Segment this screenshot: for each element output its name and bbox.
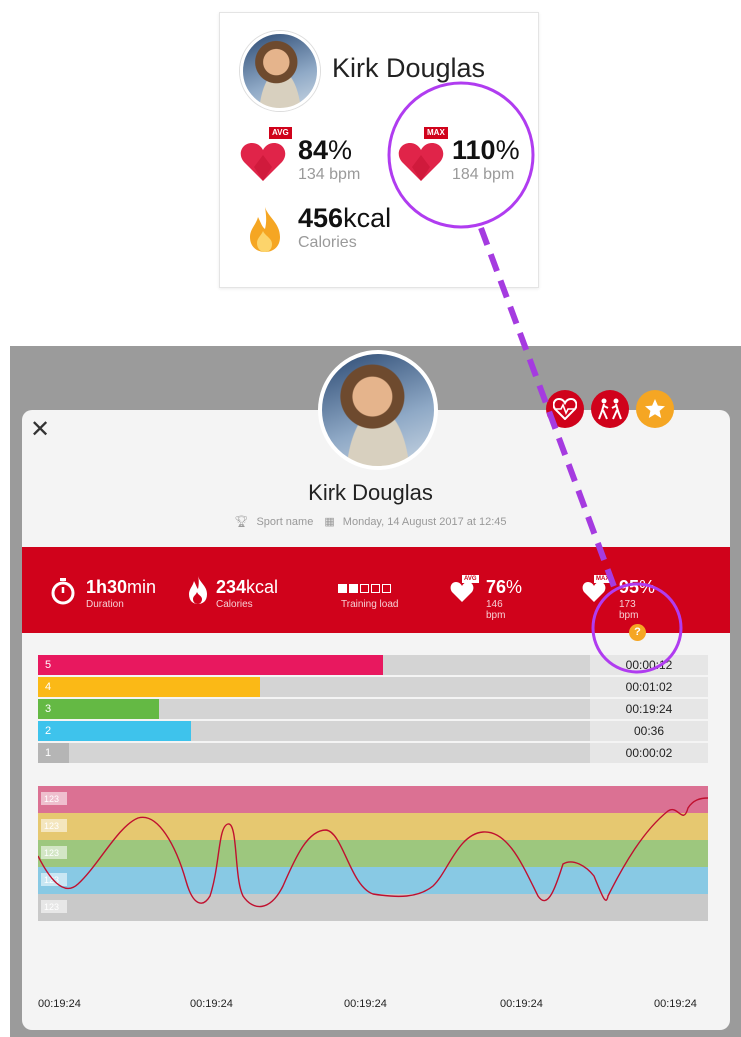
dialog-calories-label: Calories	[216, 599, 253, 610]
zone-band	[38, 840, 708, 867]
calories-label: Calories	[298, 234, 357, 251]
avg-badge: AVG	[462, 575, 479, 583]
stats-bar: 1h30min Duration 234kcal Calories Traini…	[22, 547, 730, 633]
x-axis-label: 00:19:24	[38, 998, 81, 1010]
zone-time: 00:00:02	[590, 743, 708, 763]
zone-number: 4	[38, 677, 58, 697]
zone-number: 2	[38, 721, 58, 741]
band-label: 123	[44, 794, 59, 804]
x-axis-label: 00:19:24	[500, 998, 543, 1010]
flame-icon	[250, 207, 280, 252]
zone-row: 3 00:19:24	[38, 699, 708, 719]
coaching-button[interactable]	[591, 390, 629, 428]
band-label: 123	[44, 902, 59, 912]
calories-stat: 456kcal Calories	[298, 203, 391, 252]
heart-rate-button[interactable]	[546, 390, 584, 428]
session-meta: 🏆︎ Sport name ▦ Monday, 14 August 2017 at …	[0, 515, 741, 528]
zone-bar	[58, 721, 191, 741]
dialog-avg-unit: %	[506, 577, 523, 597]
training-load-box	[338, 584, 347, 593]
x-axis-label: 00:19:24	[654, 998, 697, 1010]
zone-time: 00:01:02	[590, 677, 708, 697]
zone-number: 5	[38, 655, 58, 675]
zone-time: 00:00:12	[590, 655, 708, 675]
heart-icon	[582, 582, 606, 602]
dialog-calories-unit: kcal	[246, 577, 279, 597]
zone-bar	[58, 655, 383, 675]
duration-value: 1h30	[86, 577, 128, 597]
avg-unit: %	[328, 135, 353, 165]
zone-band	[38, 813, 708, 840]
dialog-avg-bpm: 146 bpm	[486, 599, 506, 621]
favorite-button[interactable]	[636, 390, 674, 428]
heart-icon	[398, 143, 444, 181]
avatar	[240, 31, 320, 111]
calories-value: 456	[298, 203, 344, 233]
heart-icon	[240, 143, 286, 181]
x-axis-label: 00:19:24	[190, 998, 233, 1010]
flame-icon	[189, 576, 207, 604]
zone-row: 1 00:00:02	[38, 743, 708, 763]
zone-number: 3	[38, 699, 58, 719]
dialog-avg-value: 76	[486, 577, 507, 597]
training-load-box	[360, 584, 369, 593]
max-value: 110	[452, 135, 496, 165]
zone-row: 4 00:01:02	[38, 677, 708, 697]
duration-unit: min	[127, 577, 157, 597]
dialog-max-unit: %	[639, 577, 656, 597]
max-stat: 110% 184 bpm	[452, 135, 520, 184]
training-load-stat: Training load	[338, 547, 418, 633]
summary-card: Kirk Douglas AVG 84% 134 bpm MAX 110% 18…	[219, 12, 539, 288]
zone-time: 00:36	[590, 721, 708, 741]
avg-badge: AVG	[269, 127, 292, 139]
avg-value: 84	[298, 135, 329, 165]
zone-time: 00:19:24	[590, 699, 708, 719]
dialog-calories-value: 234	[216, 577, 247, 597]
training-load-box	[349, 584, 358, 593]
avg-stat: 84% 134 bpm	[298, 135, 360, 184]
calendar-icon: ▦	[324, 516, 335, 528]
help-icon[interactable]: ?	[629, 624, 646, 641]
dialog-user-name: Kirk Douglas	[308, 480, 433, 505]
band-label: 123	[44, 848, 59, 858]
max-badge: MAX	[594, 575, 612, 583]
max-badge: MAX	[424, 127, 448, 139]
duration-label: Duration	[86, 599, 124, 610]
training-load-box	[382, 584, 391, 593]
calories-unit: kcal	[343, 203, 392, 233]
close-button[interactable]: ✕	[30, 418, 50, 442]
heart-rate-chart: 123123123123123	[38, 786, 708, 921]
session-date: Monday, 14 August 2017 at 12:45	[342, 516, 507, 528]
zone-band	[38, 867, 708, 894]
zone-row: 2 00:36	[38, 721, 708, 741]
zone-bar	[58, 743, 69, 763]
zone-row: 5 00:00:12	[38, 655, 708, 675]
zone-band	[38, 786, 708, 813]
avatar	[318, 350, 438, 470]
avg-bpm: 134 bpm	[298, 166, 361, 183]
x-axis-label: 00:19:24	[344, 998, 387, 1010]
sport-name: Sport name	[256, 516, 314, 528]
running-people-icon	[598, 398, 622, 420]
heart-icon	[450, 582, 474, 602]
dialog-max-value: 95	[619, 577, 640, 597]
training-load-label: Training load	[341, 599, 399, 610]
training-load-box	[371, 584, 380, 593]
trophy-icon: 🏆︎	[234, 516, 249, 528]
training-load-indicator	[338, 580, 393, 598]
zone-bar	[58, 699, 159, 719]
band-label: 123	[44, 821, 59, 831]
zone-number: 1	[38, 743, 58, 763]
stopwatch-icon	[51, 578, 75, 605]
star-icon	[645, 399, 665, 418]
zone-bar	[58, 677, 260, 697]
max-bpm: 184 bpm	[452, 166, 515, 183]
dialog-max-bpm: 173 bpm	[619, 599, 639, 621]
user-name: Kirk Douglas	[332, 53, 486, 83]
heart-pulse-icon	[553, 398, 577, 420]
max-unit: %	[495, 135, 520, 165]
